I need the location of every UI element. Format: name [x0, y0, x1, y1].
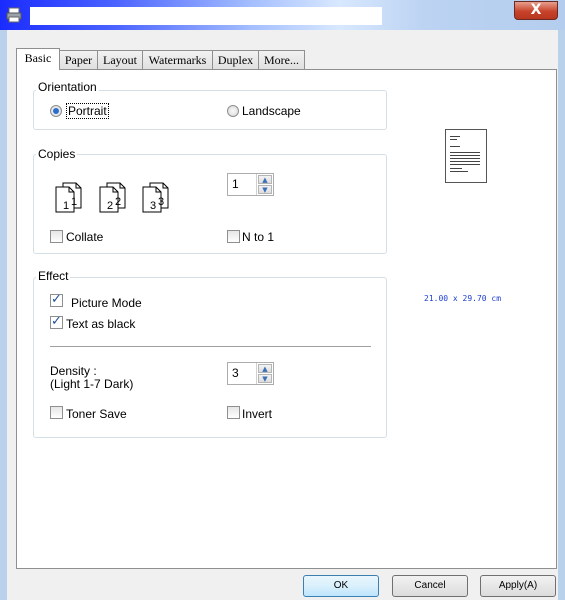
portrait-label[interactable]: Portrait [66, 103, 109, 119]
printer-properties-window: X Basic Paper Layout Watermarks Duplex M… [0, 0, 565, 600]
copies-group-title: Copies [36, 147, 78, 161]
page-preview [445, 129, 487, 183]
copies-up-arrow-icon[interactable]: ▲ [258, 175, 272, 184]
density-spinner[interactable]: 3 ▲ ▼ [227, 362, 274, 385]
text-as-black-label[interactable]: Text as black [66, 317, 135, 331]
density-label: Density : [50, 364, 97, 378]
printer-icon [6, 7, 22, 23]
copy-icon-label-1a: 1 [63, 200, 69, 212]
copies-spinner[interactable]: 1 ▲ ▼ [227, 173, 274, 196]
paper-size-label: 21.00 x 29.70 cm [424, 294, 502, 303]
density-up-arrow-icon[interactable]: ▲ [258, 364, 272, 373]
ok-button[interactable]: OK [303, 575, 379, 597]
copy-icon-label-2a: 2 [107, 200, 113, 212]
text-as-black-checkbox[interactable] [50, 314, 63, 329]
tab-duplex[interactable]: Duplex [212, 50, 259, 69]
copy-icon-label-2b: 2 [115, 196, 121, 208]
copies-value[interactable]: 1 [232, 177, 239, 191]
toner-save-checkbox[interactable] [50, 406, 63, 419]
effect-separator [50, 346, 371, 347]
orientation-group-title: Orientation [36, 80, 99, 94]
effect-group-title: Effect [36, 269, 71, 283]
window-frame-left [0, 30, 7, 600]
copy-icon-label-3b: 3 [158, 196, 164, 208]
picture-mode-label[interactable]: Picture Mode [71, 296, 142, 310]
tab-watermarks[interactable]: Watermarks [142, 50, 213, 69]
window-title-area [30, 7, 382, 25]
collate-checkbox[interactable] [50, 230, 63, 243]
collate-label[interactable]: Collate [66, 230, 103, 244]
tab-layout[interactable]: Layout [97, 50, 143, 69]
collate-pages-icon: 1 1 2 2 3 3 [55, 182, 169, 213]
copy-icon-label-1b: 1 [71, 196, 77, 208]
picture-mode-checkbox[interactable] [50, 292, 63, 307]
portrait-radio[interactable] [50, 105, 62, 117]
apply-button[interactable]: Apply(A) [480, 575, 556, 597]
copies-spin-buttons: ▲ ▼ [256, 174, 273, 195]
copy-icon-label-3a: 3 [150, 200, 156, 212]
landscape-label[interactable]: Landscape [242, 104, 301, 118]
density-spin-buttons: ▲ ▼ [256, 363, 273, 384]
density-down-arrow-icon[interactable]: ▼ [258, 374, 272, 383]
window-frame-right [558, 30, 565, 600]
tab-paper[interactable]: Paper [59, 50, 98, 69]
close-button[interactable]: X [514, 1, 558, 20]
copies-down-arrow-icon[interactable]: ▼ [258, 185, 272, 194]
tab-more[interactable]: More... [258, 50, 305, 69]
density-range-label: (Light 1-7 Dark) [50, 377, 134, 391]
n-to-1-checkbox[interactable] [227, 230, 240, 243]
landscape-radio[interactable] [227, 105, 239, 117]
n-to-1-label[interactable]: N to 1 [242, 230, 274, 244]
tab-basic[interactable]: Basic [16, 48, 60, 70]
density-value[interactable]: 3 [232, 366, 239, 380]
cancel-button[interactable]: Cancel [392, 575, 468, 597]
title-bar[interactable]: X [0, 0, 565, 30]
invert-label[interactable]: Invert [242, 407, 272, 421]
invert-checkbox[interactable] [227, 406, 240, 419]
toner-save-label[interactable]: Toner Save [66, 407, 127, 421]
